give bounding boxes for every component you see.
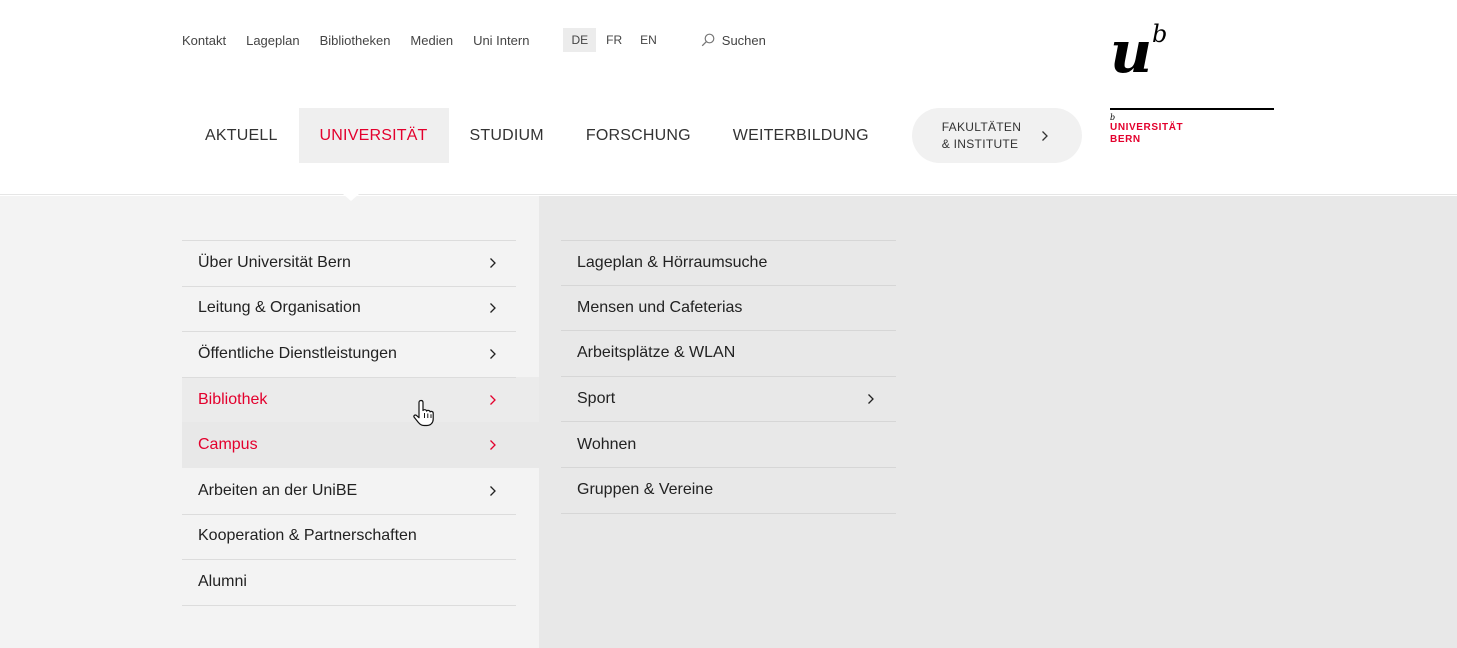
chevron-right-icon — [1042, 130, 1049, 141]
university-logo[interactable]: u b b UNIVERSITÄT BERN — [1110, 20, 1274, 146]
menu-item-label: Alumni — [198, 572, 247, 590]
menu-item-arbeiten-an-der-unibe[interactable]: Arbeiten an der UniBE — [182, 468, 539, 515]
logo-text-universitaet: UNIVERSITÄT — [1110, 122, 1184, 133]
chevron-right-icon — [490, 258, 496, 269]
logo-rule — [1110, 108, 1274, 110]
main-nav-forschung[interactable]: FORSCHUNG — [565, 108, 712, 163]
site-header: Kontakt Lageplan Bibliotheken Medien Uni… — [0, 0, 1457, 195]
logo-mark-u: u — [1110, 18, 1153, 86]
language-en[interactable]: EN — [632, 28, 665, 52]
logo-small-b: b — [1110, 113, 1116, 122]
search-button[interactable]: Suchen — [701, 33, 766, 48]
menu-level-1: Über Universität Bern Leitung & Organisat… — [182, 240, 539, 606]
language-switcher: DE FR EN — [563, 28, 666, 52]
menu-item-campus[interactable]: Campus — [182, 422, 539, 468]
chevron-right-icon — [490, 394, 496, 405]
logo-mark-b: b — [1152, 20, 1168, 48]
service-link-bibliotheken[interactable]: Bibliotheken — [320, 33, 391, 48]
submenu-item-label: Lageplan & Hörraumsuche — [577, 253, 768, 271]
submenu-item-lageplan-horraumsuche[interactable]: Lageplan & Hörraumsuche — [561, 240, 896, 286]
submenu-item-gruppen-vereine[interactable]: Gruppen & Vereine — [561, 468, 896, 514]
submenu-item-label: Gruppen & Vereine — [577, 481, 714, 499]
main-nav-weiterbildung[interactable]: WEITERBILDUNG — [712, 108, 890, 163]
submenu-item-wohnen[interactable]: Wohnen — [561, 422, 896, 468]
submenu-item-arbeitsplatze-wlan[interactable]: Arbeitsplätze & WLAN — [561, 331, 896, 377]
menu-item-label: Kooperation & Partnerschaften — [198, 527, 417, 545]
chevron-right-icon — [490, 349, 496, 359]
menu-item-leitung-organisation[interactable]: Leitung & Organisation — [182, 286, 539, 332]
chevron-right-icon — [490, 440, 496, 451]
search-label: Suchen — [721, 32, 766, 48]
magnifier-icon — [701, 33, 715, 47]
menu-item-bibliothek[interactable]: Bibliothek — [182, 376, 539, 423]
main-nav-universitaet[interactable]: UNIVERSITÄT — [298, 108, 449, 163]
faculties-label-line1: FAKULTÄTEN — [941, 119, 1022, 134]
flyout-pointer — [343, 194, 359, 201]
menu-item-offentliche-dienstleistungen[interactable]: Öffentliche Dienstleistungen — [182, 331, 539, 378]
main-nav-aktuell[interactable]: AKTUELL — [184, 108, 299, 163]
logo-text-bern: BERN — [1110, 134, 1141, 145]
menu-item-kooperation-partnerschaften[interactable]: Kooperation & Partnerschaften — [182, 514, 539, 560]
submenu-item-label: Arbeitsplätze & WLAN — [577, 344, 736, 362]
faculties-label-line2: & INSTITUTE — [941, 136, 1019, 151]
menu-item-label: Arbeiten an der UniBE — [198, 481, 358, 499]
menu-item-label: Bibliothek — [198, 390, 268, 408]
chevron-right-icon — [490, 485, 496, 496]
faculties-label: FAKULTÄTEN & INSTITUTE — [942, 119, 1021, 153]
service-link-uni-intern[interactable]: Uni Intern — [473, 33, 529, 48]
menu-item-label: Leitung & Organisation — [198, 299, 361, 317]
service-link-lageplan[interactable]: Lageplan — [246, 33, 300, 48]
menu-item-label: Öffentliche Dienstleistungen — [198, 344, 397, 362]
service-link-kontakt[interactable]: Kontakt — [182, 33, 226, 48]
main-nav: AKTUELL UNIVERSITÄT STUDIUM FORSCHUNG WE… — [184, 108, 1082, 163]
submenu-item-label: Wohnen — [577, 435, 637, 453]
menu-item-label: Campus — [198, 436, 258, 454]
mega-menu: Über Universität Bern Leitung & Organisat… — [0, 196, 1457, 648]
submenu-item-label: Sport — [577, 390, 616, 408]
logo-mark: u b — [1110, 20, 1274, 100]
submenu-item-mensen-und-cafeterias[interactable]: Mensen und Cafeterias — [561, 286, 896, 332]
chevron-right-icon — [868, 394, 874, 405]
main-nav-studium[interactable]: STUDIUM — [449, 108, 565, 163]
menu-item-label: Über Universität Bern — [198, 254, 351, 272]
submenu-item-label: Mensen und Cafeterias — [577, 298, 743, 316]
chevron-right-icon — [490, 303, 496, 314]
service-nav: Kontakt Lageplan Bibliotheken Medien Uni… — [182, 28, 766, 52]
submenu-item-sport[interactable]: Sport — [561, 377, 896, 423]
menu-level-2: Lageplan & Hörraumsuche Mensen und Cafete… — [561, 240, 896, 514]
menu-item-uber-universitat-bern[interactable]: Über Universität Bern — [182, 240, 516, 287]
faculties-button[interactable]: FAKULTÄTEN & INSTITUTE — [911, 108, 1082, 163]
service-link-medien[interactable]: Medien — [410, 33, 453, 48]
menu-item-alumni[interactable]: Alumni — [182, 559, 539, 606]
language-fr[interactable]: FR — [598, 28, 630, 52]
language-de[interactable]: DE — [563, 28, 597, 52]
hand-pointer-icon — [413, 399, 434, 427]
